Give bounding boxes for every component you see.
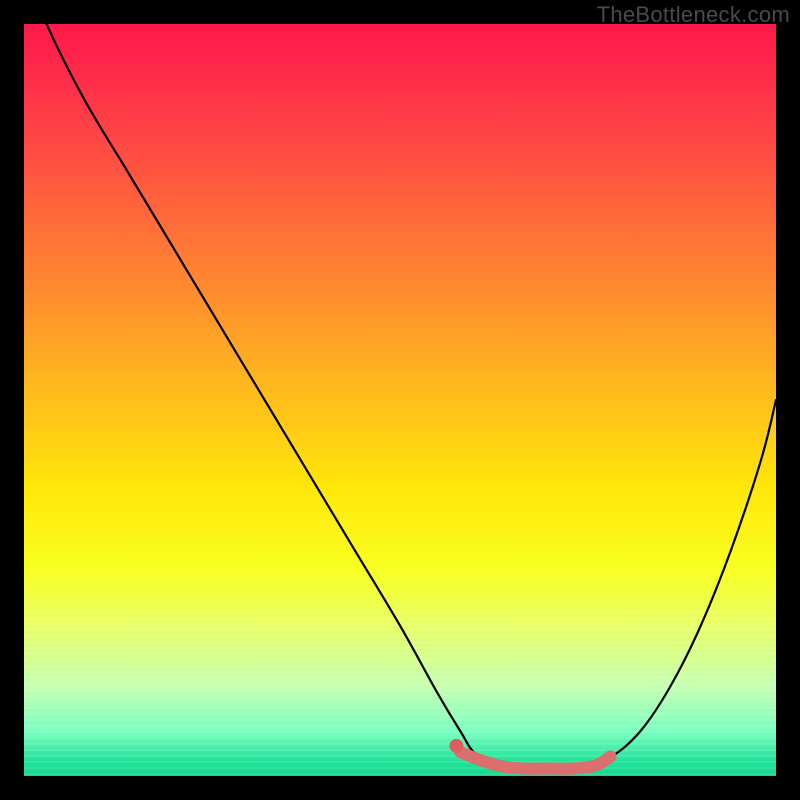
bottleneck-curve — [24, 24, 776, 769]
marker-dot — [449, 739, 463, 753]
plot-area — [24, 24, 776, 776]
chart-frame: TheBottleneck.com — [0, 0, 800, 800]
optimal-range-highlight — [460, 752, 610, 769]
watermark-text: TheBottleneck.com — [597, 2, 790, 28]
chart-svg — [24, 24, 776, 776]
